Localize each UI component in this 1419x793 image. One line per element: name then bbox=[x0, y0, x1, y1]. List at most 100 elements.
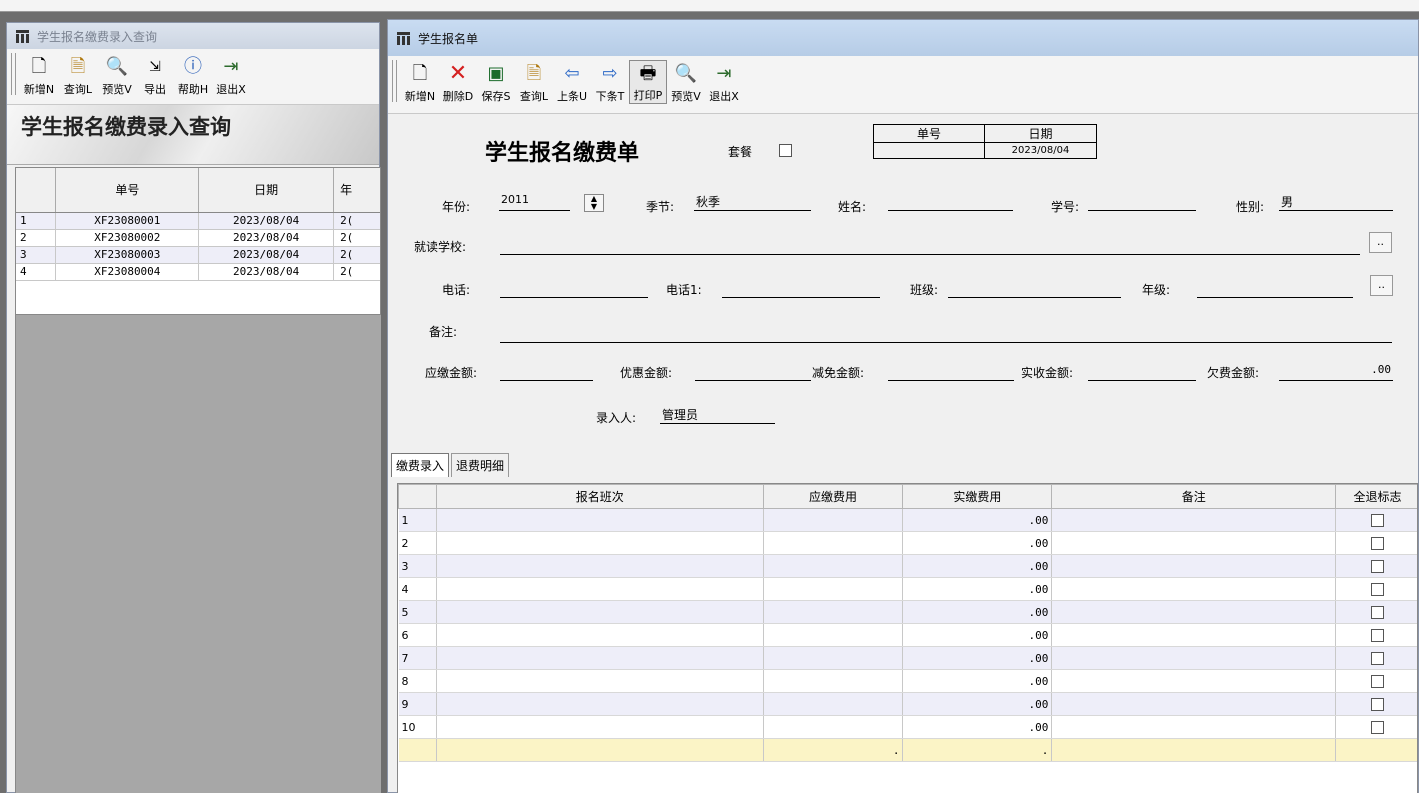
paid-fee-cell[interactable]: .00 bbox=[902, 577, 1053, 601]
query-button[interactable]: 🗎 查询L bbox=[58, 53, 98, 97]
remark-cell[interactable] bbox=[1051, 554, 1337, 578]
table-row[interactable]: 2.00 bbox=[398, 531, 1417, 555]
due-fee-cell[interactable] bbox=[763, 577, 904, 601]
due-fee-cell[interactable] bbox=[763, 692, 904, 716]
table-row[interactable]: 6.00 bbox=[398, 623, 1417, 647]
year-cell[interactable]: 2( bbox=[333, 263, 380, 281]
paid-fee-cell[interactable]: .00 bbox=[902, 623, 1053, 647]
full-refund-checkbox[interactable] bbox=[1371, 720, 1385, 734]
gender-input[interactable]: 男 bbox=[1279, 193, 1393, 211]
remark-cell[interactable] bbox=[1051, 623, 1337, 647]
year-input[interactable]: 2011 bbox=[499, 193, 570, 211]
print-button[interactable]: 🖶 打印P bbox=[629, 60, 667, 104]
full-refund-checkbox[interactable] bbox=[1371, 651, 1385, 665]
paid-fee-cell[interactable]: .00 bbox=[902, 646, 1053, 670]
col-due-fee-header[interactable]: 应缴费用 bbox=[762, 484, 904, 509]
col-docno-header[interactable]: 单号 bbox=[55, 168, 200, 213]
docno-value[interactable] bbox=[873, 142, 985, 159]
class-session-cell[interactable] bbox=[436, 577, 764, 601]
query-window-titlebar[interactable]: 学生报名缴费录入查询 bbox=[7, 23, 379, 49]
received-amount-input[interactable] bbox=[1088, 363, 1196, 381]
due-fee-cell[interactable] bbox=[763, 669, 904, 693]
table-row[interactable]: 1.00 bbox=[398, 508, 1417, 532]
owed-amount-input[interactable]: .00 bbox=[1279, 363, 1393, 381]
due-fee-cell[interactable] bbox=[763, 646, 904, 670]
class-session-cell[interactable] bbox=[436, 531, 764, 555]
registration-window-titlebar[interactable]: 学生报名单 bbox=[388, 20, 1418, 56]
col-paid-fee-header[interactable]: 实缴费用 bbox=[902, 484, 1053, 509]
col-class-session-header[interactable]: 报名班次 bbox=[435, 484, 764, 509]
grade-picker-button[interactable]: .. bbox=[1370, 275, 1393, 296]
paid-fee-cell[interactable]: .00 bbox=[902, 508, 1053, 532]
query-button[interactable]: 🗎 查询L bbox=[515, 60, 553, 104]
year-cell[interactable]: 2( bbox=[333, 229, 380, 247]
preview-button[interactable]: 🔍 预览V bbox=[667, 60, 705, 104]
school-input[interactable] bbox=[500, 237, 1360, 255]
paid-fee-cell[interactable]: .00 bbox=[902, 692, 1053, 716]
class-session-cell[interactable] bbox=[436, 692, 764, 716]
full-refund-checkbox[interactable] bbox=[1371, 513, 1385, 527]
date-value[interactable]: 2023/08/04 bbox=[984, 142, 1097, 159]
due-amount-input[interactable] bbox=[500, 363, 593, 381]
remark-cell[interactable] bbox=[1051, 577, 1337, 601]
table-row[interactable]: 2 XF23080002 2023/08/04 2( bbox=[16, 229, 380, 247]
package-checkbox[interactable] bbox=[779, 144, 792, 157]
full-refund-checkbox[interactable] bbox=[1371, 628, 1385, 642]
full-refund-checkbox[interactable] bbox=[1371, 697, 1385, 711]
delete-button[interactable]: ✕ 删除D bbox=[439, 60, 477, 104]
paid-fee-cell[interactable]: .00 bbox=[902, 715, 1053, 739]
full-refund-checkbox[interactable] bbox=[1371, 605, 1385, 619]
class-session-cell[interactable] bbox=[436, 600, 764, 624]
col-full-refund-header[interactable]: 全退标志 bbox=[1335, 484, 1417, 509]
table-row[interactable]: 8.00 bbox=[398, 669, 1417, 693]
col-date-header[interactable]: 日期 bbox=[198, 168, 335, 213]
remark-cell[interactable] bbox=[1051, 600, 1337, 624]
full-refund-checkbox[interactable] bbox=[1371, 559, 1385, 573]
tab-payment-entry[interactable]: 缴费录入 bbox=[391, 453, 450, 477]
remark-cell[interactable] bbox=[1051, 669, 1337, 693]
due-fee-cell[interactable] bbox=[763, 508, 904, 532]
next-record-button[interactable]: ⇨ 下条T bbox=[591, 60, 629, 104]
new-button[interactable]: 🗋 新增N bbox=[401, 60, 439, 104]
phone1-input[interactable] bbox=[722, 280, 880, 298]
paid-fee-cell[interactable]: .00 bbox=[902, 669, 1053, 693]
full-refund-checkbox[interactable] bbox=[1371, 582, 1385, 596]
full-refund-checkbox[interactable] bbox=[1371, 674, 1385, 688]
class-session-cell[interactable] bbox=[436, 554, 764, 578]
table-row[interactable]: 3.00 bbox=[398, 554, 1417, 578]
year-cell[interactable]: 2( bbox=[333, 212, 380, 230]
docno-cell[interactable]: XF23080003 bbox=[55, 246, 200, 264]
remark-input[interactable] bbox=[500, 325, 1392, 343]
due-fee-cell[interactable] bbox=[763, 600, 904, 624]
table-row[interactable]: 10.00 bbox=[398, 715, 1417, 739]
remark-cell[interactable] bbox=[1051, 508, 1337, 532]
class-input[interactable] bbox=[948, 280, 1121, 298]
spinner-down-icon[interactable]: ▼ bbox=[591, 202, 597, 211]
class-session-cell[interactable] bbox=[436, 669, 764, 693]
remark-cell[interactable] bbox=[1051, 531, 1337, 555]
class-session-cell[interactable] bbox=[436, 646, 764, 670]
remark-cell[interactable] bbox=[1051, 646, 1337, 670]
phone-input[interactable] bbox=[500, 280, 648, 298]
paid-fee-cell[interactable]: .00 bbox=[902, 554, 1053, 578]
full-refund-checkbox[interactable] bbox=[1371, 536, 1385, 550]
class-session-cell[interactable] bbox=[436, 715, 764, 739]
new-button[interactable]: 🗋 新增N bbox=[20, 53, 58, 97]
help-button[interactable]: ⓘ 帮助H bbox=[174, 53, 212, 97]
due-fee-cell[interactable] bbox=[763, 715, 904, 739]
class-session-cell[interactable] bbox=[436, 508, 764, 532]
grade-input[interactable] bbox=[1197, 280, 1353, 298]
year-cell[interactable]: 2( bbox=[333, 246, 380, 264]
toolbar-grip[interactable] bbox=[392, 60, 397, 102]
date-cell[interactable]: 2023/08/04 bbox=[198, 246, 335, 264]
docno-cell[interactable]: XF23080002 bbox=[55, 229, 200, 247]
entered-by-input[interactable]: 管理员 bbox=[660, 406, 775, 424]
paid-fee-cell[interactable]: .00 bbox=[902, 600, 1053, 624]
season-input[interactable]: 秋季 bbox=[694, 193, 811, 211]
date-cell[interactable]: 2023/08/04 bbox=[198, 229, 335, 247]
table-row[interactable]: 7.00 bbox=[398, 646, 1417, 670]
table-row[interactable]: 1 XF23080001 2023/08/04 2( bbox=[16, 212, 380, 230]
col-year-header[interactable]: 年 bbox=[333, 168, 380, 213]
docno-cell[interactable]: XF23080001 bbox=[55, 212, 200, 230]
paid-fee-cell[interactable]: .00 bbox=[902, 531, 1053, 555]
